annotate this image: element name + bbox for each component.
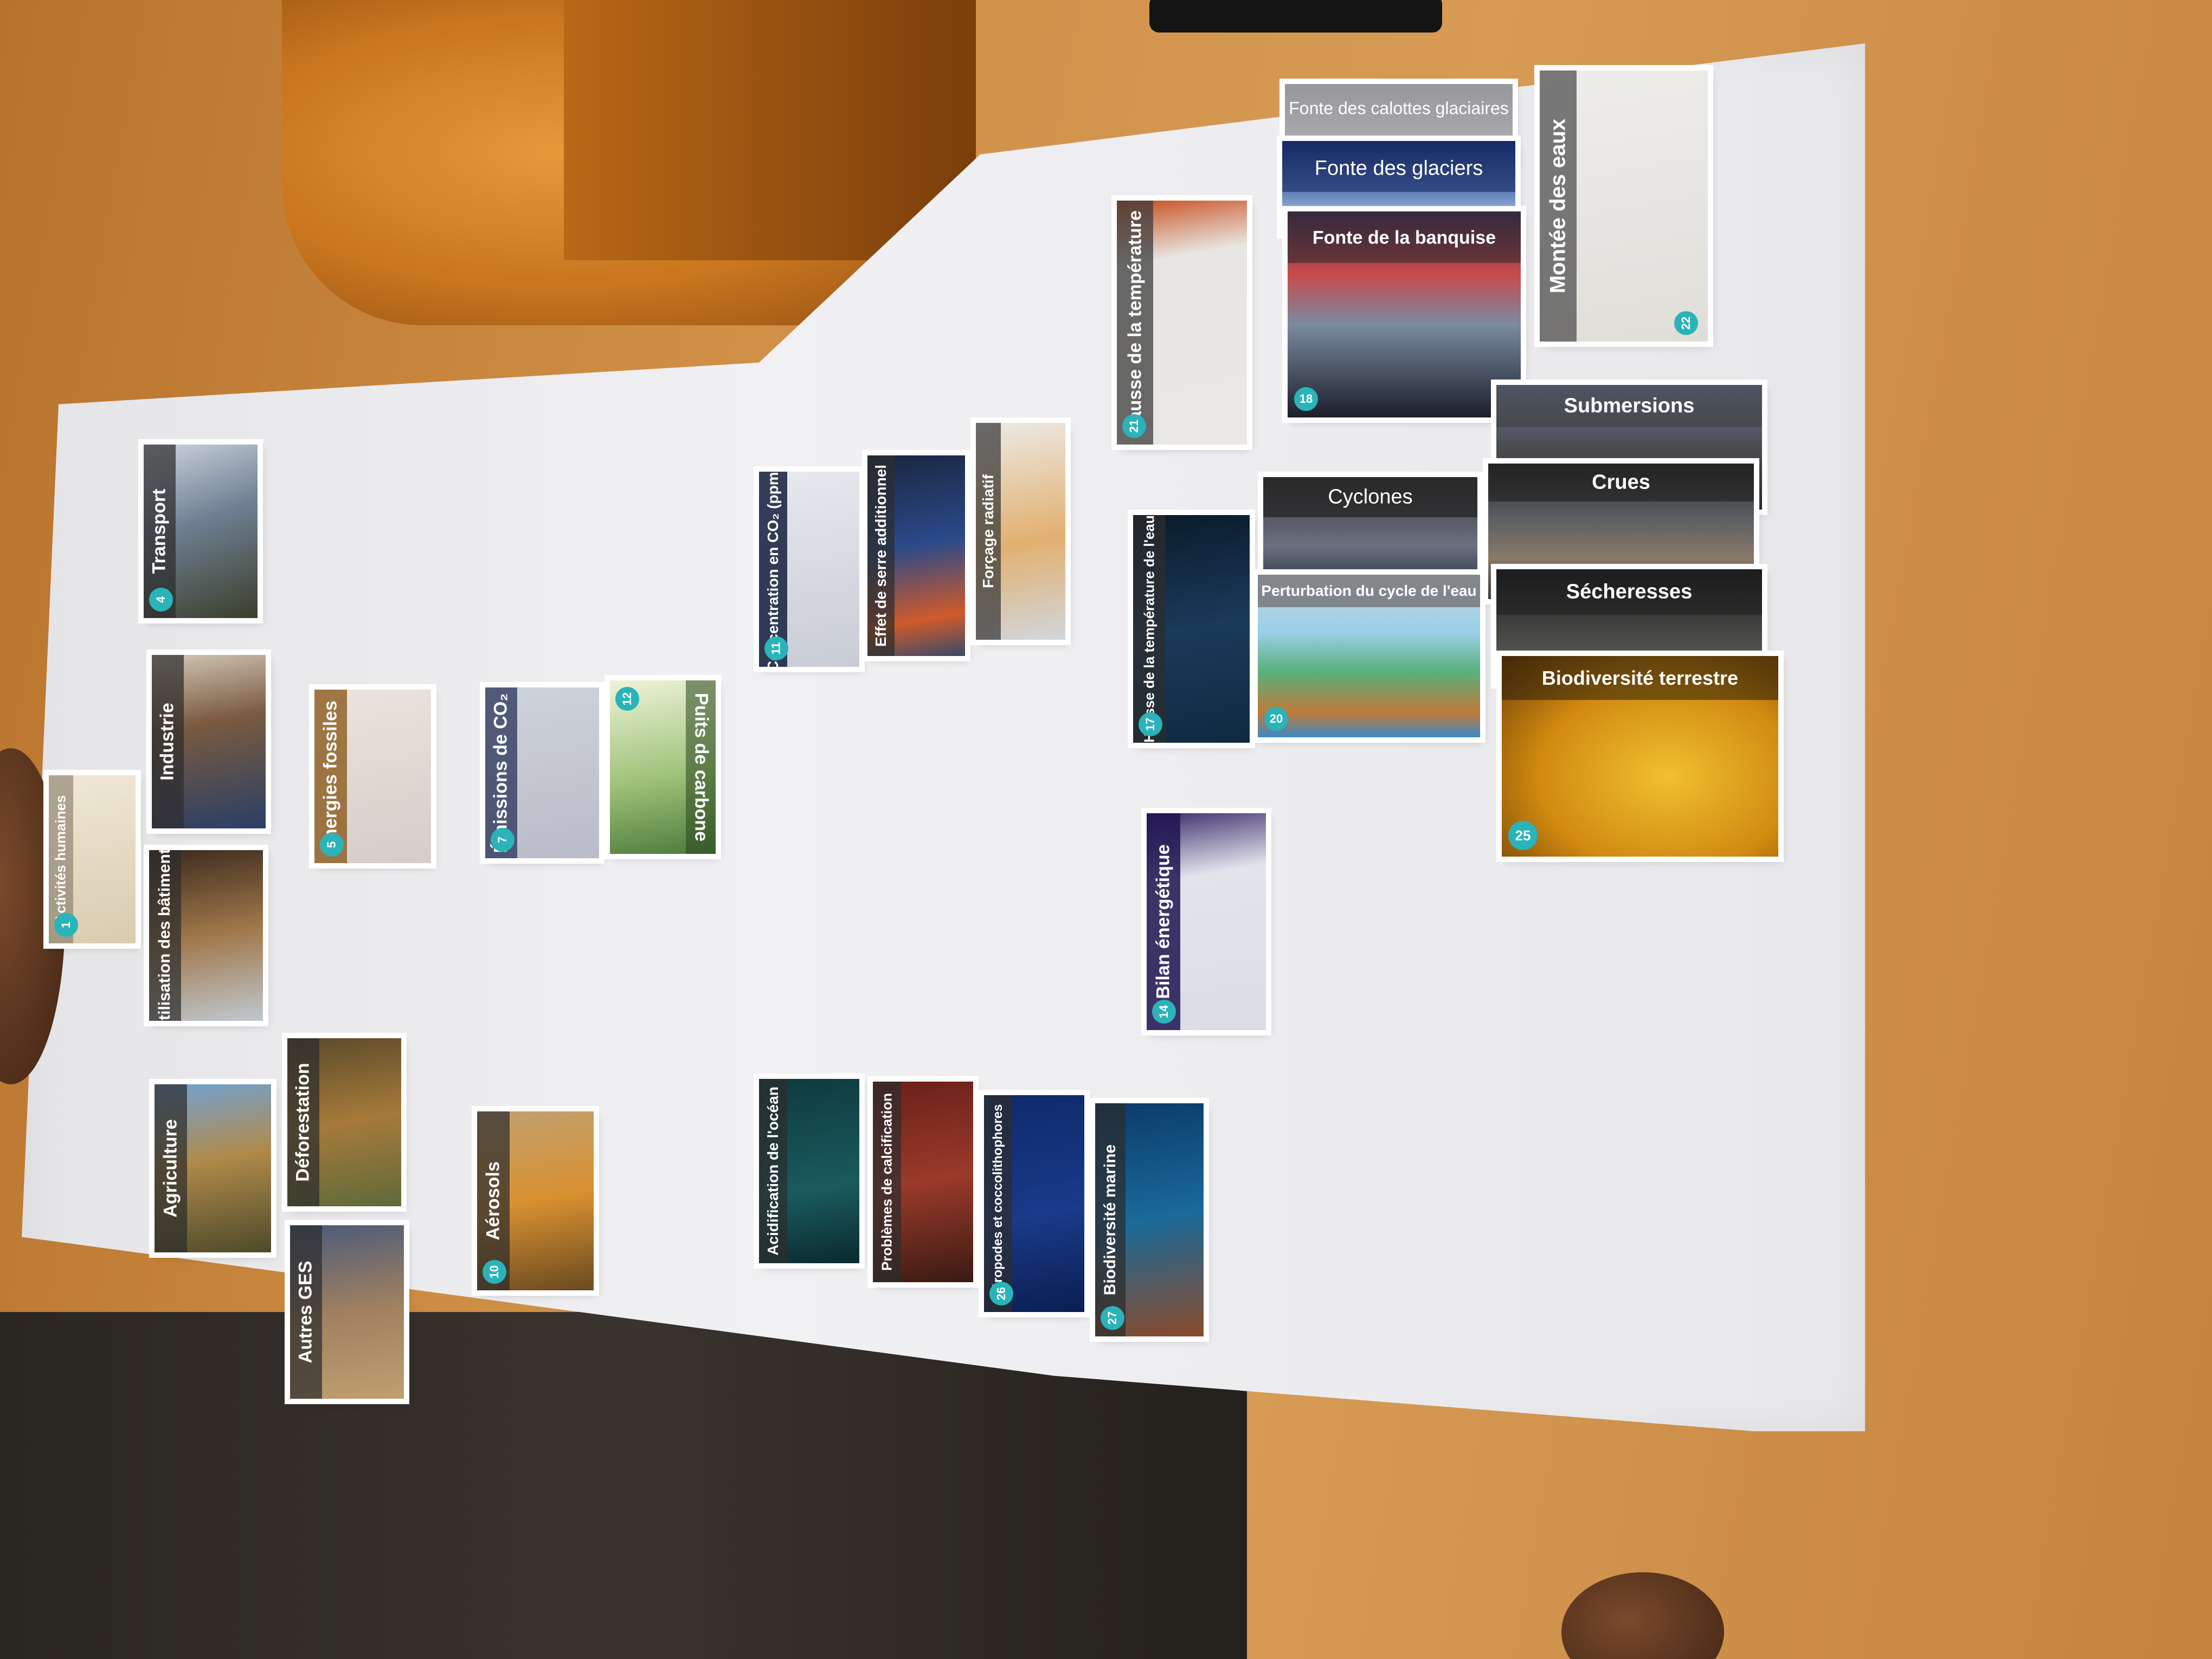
card-puits-de-carbone: Puits de carbone 12 (610, 680, 716, 854)
card-label: Acidification de l'océan (764, 1086, 781, 1256)
card-number-badge: 14 (1152, 1000, 1176, 1024)
card-energies-fossiles: Énergies fossiles 5 (314, 690, 431, 863)
card-fonte-de-la-banquise: Fonte de la banquise 18 (1288, 211, 1521, 417)
card-label: Activités humaines (52, 795, 69, 924)
card-label: Transport (149, 488, 170, 574)
card-emissions-co2: Émissions de CO₂ 7 (485, 687, 599, 858)
card-label: Bilan énergétique (1153, 844, 1174, 999)
card-label: Perturbation du cycle de l'eau (1261, 582, 1477, 599)
card-label: Biodiversité marine (1101, 1144, 1119, 1296)
card-biodiversite-terrestre: Biodiversité terrestre 25 (1502, 656, 1778, 857)
card-number-badge: 12 (615, 687, 639, 711)
card-label: Énergies fossiles (320, 700, 341, 852)
card-label: Hausse de la température de l'eau (1141, 515, 1158, 743)
black-object (1149, 0, 1442, 33)
card-label: Aérosols (483, 1161, 504, 1240)
card-label: Utilisation des bâtiments (156, 850, 174, 1021)
card-perturbation-cycle-eau: Perturbation du cycle de l'eau 20 (1258, 575, 1480, 737)
card-number-badge: 7 (491, 828, 515, 852)
card-number-badge: 1 (54, 913, 78, 937)
card-number-badge: 26 (989, 1282, 1013, 1306)
card-montee-des-eaux: Montée des eaux 22 (1540, 70, 1708, 342)
card-label: Fonte des glaciers (1314, 157, 1483, 180)
card-number-badge: 21 (1122, 414, 1146, 438)
card-label: Déforestation (292, 1063, 313, 1182)
card-label: Fonte des calottes glaciaires (1289, 98, 1509, 118)
card-agriculture: Agriculture (155, 1084, 271, 1252)
card-hausse-temperature: Hausse de la température 21 (1117, 201, 1247, 445)
card-label: Industrie (157, 703, 178, 781)
card-aerosols: Aérosols 10 (477, 1111, 594, 1290)
card-hausse-temperature-eau: Hausse de la température de l'eau 17 (1133, 515, 1250, 743)
card-activites-humaines: Activités humaines 1 (49, 775, 136, 943)
card-number-badge: 5 (320, 833, 344, 857)
card-label: Cyclones (1328, 485, 1413, 509)
card-transport: Transport 4 (144, 445, 258, 618)
card-label: Fonte de la banquise (1312, 227, 1496, 248)
card-acidification-ocean: Acidification de l'océan (759, 1079, 859, 1263)
card-number-badge: 18 (1294, 387, 1318, 411)
card-label: Autres GES (295, 1261, 316, 1364)
card-number-badge: 27 (1101, 1306, 1124, 1330)
card-problemes-calcification: Problèmes de calcification (873, 1082, 973, 1282)
card-label: Biodiversité terrestre (1541, 666, 1739, 689)
card-autres-ges: Autres GES (290, 1225, 404, 1399)
card-label: Agriculture (160, 1119, 181, 1218)
card-forcage-radiatif: Forçage radiatif (976, 423, 1065, 640)
card-label: Montée des eaux (1546, 118, 1570, 294)
photo-scene: Transport 4 Industrie Activités humaines… (0, 0, 2212, 1659)
card-utilisation-des-batiments: Utilisation des bâtiments (149, 850, 263, 1021)
card-number-badge: 11 (764, 636, 788, 660)
card-industrie: Industrie (152, 655, 266, 828)
card-label: Hausse de la température (1124, 210, 1146, 435)
card-label: Crues (1592, 471, 1650, 494)
card-bilan-energetique: Bilan énergétique 14 (1147, 813, 1266, 1030)
card-number-badge: 20 (1264, 707, 1288, 731)
card-pteropodes-coccolithophores: Ptéropodes et coccolithophores 26 (984, 1095, 1084, 1312)
card-number-badge: 4 (149, 588, 173, 612)
card-biodiversite-marine: Biodiversité marine 27 (1095, 1103, 1204, 1336)
card-number-badge: 25 (1508, 821, 1538, 850)
card-label: Ptéropodes et coccolithophores (990, 1104, 1005, 1303)
card-deforestation: Déforestation (287, 1038, 401, 1206)
card-label: Forçage radiatif (980, 474, 997, 589)
card-number-badge: 10 (483, 1260, 506, 1284)
card-label: Problèmes de calcification (878, 1092, 895, 1271)
card-concentration-co2: Concentration en CO₂ (ppm) 11 (759, 472, 859, 667)
card-label: Effet de serre additionnel (872, 464, 890, 647)
card-number-badge: 17 (1139, 712, 1162, 736)
card-effet-de-serre-additionnel: Effet de serre additionnel (867, 455, 965, 656)
card-label: Submersions (1564, 394, 1695, 417)
card-label: Puits de carbone (691, 693, 712, 841)
card-label: Sécheresses (1566, 580, 1693, 603)
card-number-badge: 22 (1674, 311, 1698, 335)
